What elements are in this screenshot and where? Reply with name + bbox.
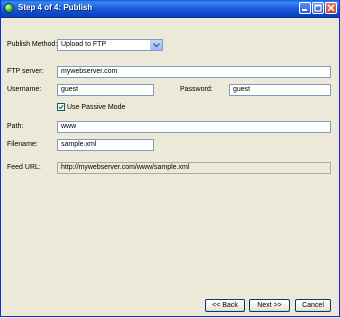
app-icon bbox=[4, 3, 14, 13]
publish-method-value: Upload to FTP bbox=[61, 41, 107, 48]
window-title: Step 4 of 4: Publish bbox=[18, 3, 93, 12]
filename-input[interactable]: sample.xml bbox=[57, 139, 154, 151]
passive-mode-label[interactable]: Use Passive Mode bbox=[67, 104, 125, 111]
next-button[interactable]: Next >> bbox=[249, 299, 290, 312]
username-label: Username: bbox=[7, 86, 42, 93]
passive-mode-checkbox[interactable] bbox=[57, 103, 65, 111]
cancel-button[interactable]: Cancel bbox=[295, 299, 331, 312]
close-icon bbox=[327, 4, 335, 12]
maximize-button[interactable] bbox=[312, 2, 324, 14]
title-bar[interactable]: Step 4 of 4: Publish bbox=[1, 0, 339, 18]
path-input[interactable]: www bbox=[57, 121, 331, 133]
back-button[interactable]: << Back bbox=[205, 299, 245, 312]
publish-method-label: Publish Method: bbox=[7, 41, 58, 48]
password-label: Password: bbox=[180, 86, 213, 93]
ftp-server-input[interactable]: mywebserver.com bbox=[57, 66, 331, 78]
checkmark-icon bbox=[58, 104, 64, 110]
maximize-icon bbox=[314, 4, 322, 12]
publish-method-select[interactable]: Upload to FTP bbox=[57, 39, 163, 51]
chevron-down-icon bbox=[153, 43, 160, 48]
path-label: Path: bbox=[7, 123, 24, 130]
ftp-server-label: FTP server: bbox=[7, 68, 44, 75]
close-button[interactable] bbox=[325, 2, 337, 14]
username-input[interactable]: guest bbox=[57, 84, 154, 96]
wizard-window: Step 4 of 4: Publish Publish Method: Upl… bbox=[0, 0, 340, 317]
dropdown-arrow-button[interactable] bbox=[150, 40, 162, 50]
minimize-icon bbox=[302, 9, 307, 11]
password-input[interactable]: guest bbox=[229, 84, 331, 96]
minimize-button[interactable] bbox=[299, 2, 311, 14]
feed-url-label: Feed URL: bbox=[7, 164, 41, 171]
feed-url-field[interactable]: http://mywebserver.com/www/sample.xml bbox=[57, 162, 331, 174]
filename-label: Filename: bbox=[7, 141, 38, 148]
